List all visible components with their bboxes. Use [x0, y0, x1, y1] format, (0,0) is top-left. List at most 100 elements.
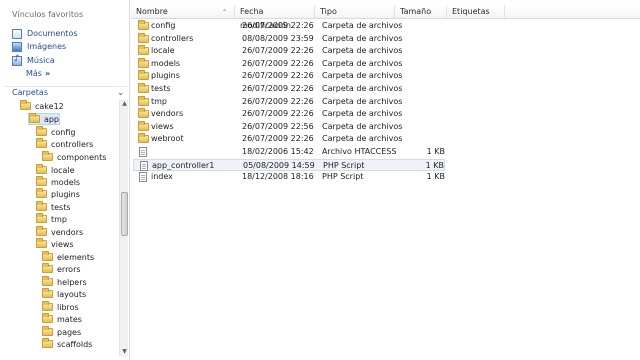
folder-icon: [36, 201, 47, 211]
tree-item-errors[interactable]: errors: [42, 263, 81, 275]
folder-icon: [36, 126, 47, 136]
folder-icon: [138, 120, 149, 131]
favorite-pictures[interactable]: Imágenes: [12, 40, 66, 53]
file-type: Carpeta de archivos: [322, 58, 403, 68]
folder-icon: [42, 151, 53, 161]
folder-icon: [42, 263, 53, 273]
tree-scrollbar[interactable]: ▲ ▼: [119, 100, 128, 356]
tree-item-label: scaffolds: [57, 339, 93, 349]
tree-item-helpers[interactable]: helpers: [42, 276, 87, 288]
file-modified: 08/08/2009 23:59: [242, 33, 314, 43]
folder-icon: [138, 20, 149, 30]
file-modified: 18/12/2008 18:16: [242, 172, 314, 182]
tree-item-scaffolds[interactable]: scaffolds: [42, 338, 92, 350]
favorite-music[interactable]: Música: [12, 54, 55, 67]
file-row[interactable]: app_controller1 05/08/2009 14:59 PHP Scrip…: [133, 158, 445, 171]
file-row[interactable]: locale 26/07/2009 22:26 Carpeta de archivo…: [133, 45, 445, 57]
scrollbar-thumb[interactable]: [121, 192, 128, 236]
file-row[interactable]: plugins 26/07/2009 22:26 Carpeta de archiv…: [133, 70, 445, 82]
file-type: Carpeta de archivos: [322, 33, 403, 43]
favorite-documents[interactable]: Documentos: [12, 27, 78, 40]
file-size: 1 KB: [425, 160, 444, 170]
scroll-down-icon[interactable]: ▼: [121, 348, 128, 356]
folder-icon: [36, 238, 47, 248]
file-name: config: [151, 21, 176, 30]
file-size: 1 KB: [426, 147, 445, 156]
file-modified: 05/08/2009 14:59: [243, 160, 315, 170]
file-row[interactable]: 18/02/2006 15:42 Archivo HTACCESS 1 KB: [133, 146, 445, 158]
folder-icon: [138, 70, 149, 81]
tree-item-label: mates: [57, 314, 82, 324]
tree-item-label: controllers: [51, 139, 94, 149]
tree-item-models[interactable]: models: [36, 176, 80, 188]
more-link[interactable]: Más»: [26, 69, 50, 78]
file-modified: 26/07/2009 22:26: [242, 71, 314, 81]
folders-header[interactable]: Carpetas ⌄: [4, 86, 128, 98]
file-row[interactable]: tests 26/07/2009 22:26 Carpeta de archivos: [133, 83, 445, 95]
file-row[interactable]: webroot 26/07/2009 22:26 Carpeta de archiv…: [133, 133, 445, 145]
folder-icon: [42, 338, 53, 348]
folder-icon: [42, 301, 53, 311]
file-row[interactable]: views 26/07/2009 22:56 Carpeta de archivos: [133, 120, 445, 133]
tree-item-label: views: [51, 239, 74, 249]
folder-tree: cake12 app config controllers components…: [0, 100, 118, 356]
tree-item-layouts[interactable]: layouts: [42, 288, 86, 300]
column-tags[interactable]: Etiquetas: [447, 5, 505, 19]
tree-item-label: locale: [51, 165, 75, 175]
file-row[interactable]: vendors 26/07/2009 22:26 Carpeta de archiv…: [133, 108, 445, 120]
tree-item-label: layouts: [57, 289, 87, 299]
file-modified: 26/07/2009 22:56: [242, 121, 314, 131]
folder-icon: [29, 113, 40, 123]
file-icon: [139, 147, 147, 157]
folder-icon: [138, 83, 149, 93]
file-row[interactable]: tmp 26/07/2009 22:26 Carpeta de archivos: [133, 95, 445, 108]
tree-item-plugins[interactable]: plugins: [36, 188, 80, 200]
file-row[interactable]: models 26/07/2009 22:26 Carpeta de archivo…: [133, 57, 445, 70]
tree-item-app[interactable]: app: [28, 113, 60, 125]
tree-item-components[interactable]: components: [42, 151, 106, 163]
folder-icon: [138, 57, 149, 68]
file-type: PHP Script: [323, 160, 365, 170]
favorites-title: Vínculos favoritos: [12, 10, 84, 19]
tree-item-libros[interactable]: libros: [42, 301, 79, 313]
tree-item-label: models: [51, 177, 81, 187]
folders-header-label: Carpetas: [12, 88, 48, 97]
tree-item-mates[interactable]: mates: [42, 313, 82, 325]
tree-item-config[interactable]: config: [36, 126, 75, 138]
tree-item-label: libros: [57, 302, 79, 312]
tree-item-elements[interactable]: elements: [42, 251, 94, 263]
column-name[interactable]: Nombre ⌃: [131, 5, 235, 19]
column-header-bar: Nombre ⌃ Fecha modificación Tipo Tamaño E…: [131, 5, 640, 30]
file-row[interactable]: config 26/07/2009 22:26 Carpeta de archivo…: [133, 20, 445, 32]
tree-item-label: errors: [57, 264, 81, 274]
column-modified[interactable]: Fecha modificación: [235, 5, 315, 30]
folder-icon: [36, 188, 47, 198]
folder-icon: [20, 100, 31, 110]
column-size[interactable]: Tamaño: [395, 5, 447, 19]
file-modified: 26/07/2009 22:26: [242, 96, 314, 106]
file-row[interactable]: controllers 08/08/2009 23:59 Carpeta de ar…: [133, 32, 445, 45]
tree-item-locale[interactable]: locale: [36, 164, 75, 176]
file-row[interactable]: index 18/12/2008 18:16 PHP Script 1 KB: [133, 171, 445, 183]
folder-icon: [138, 45, 149, 56]
column-tags-label: Etiquetas: [452, 7, 490, 16]
tree-item-vendors[interactable]: vendors: [36, 226, 83, 238]
folder-icon: [138, 133, 149, 144]
tree-item-pages[interactable]: pages: [42, 326, 81, 338]
scroll-up-icon[interactable]: ▲: [121, 100, 128, 108]
tree-item-cake12[interactable]: cake12: [20, 100, 64, 112]
tree-item-tmp[interactable]: tmp: [36, 213, 67, 225]
tree-item-controllers[interactable]: controllers: [36, 138, 93, 150]
sort-arrow-icon: ⌃: [222, 9, 228, 16]
tree-item-label: config: [51, 127, 76, 137]
file-name: tests: [151, 84, 171, 93]
folder-icon: [36, 164, 47, 174]
column-type[interactable]: Tipo: [315, 5, 395, 19]
tree-item-tests[interactable]: tests: [36, 201, 71, 213]
tree-item-views[interactable]: views: [36, 238, 74, 250]
file-type: Carpeta de archivos: [322, 121, 403, 131]
folder-icon: [36, 138, 47, 148]
column-type-label: Tipo: [320, 7, 337, 16]
folder-icon: [42, 313, 53, 323]
more-label: Más: [26, 69, 42, 78]
